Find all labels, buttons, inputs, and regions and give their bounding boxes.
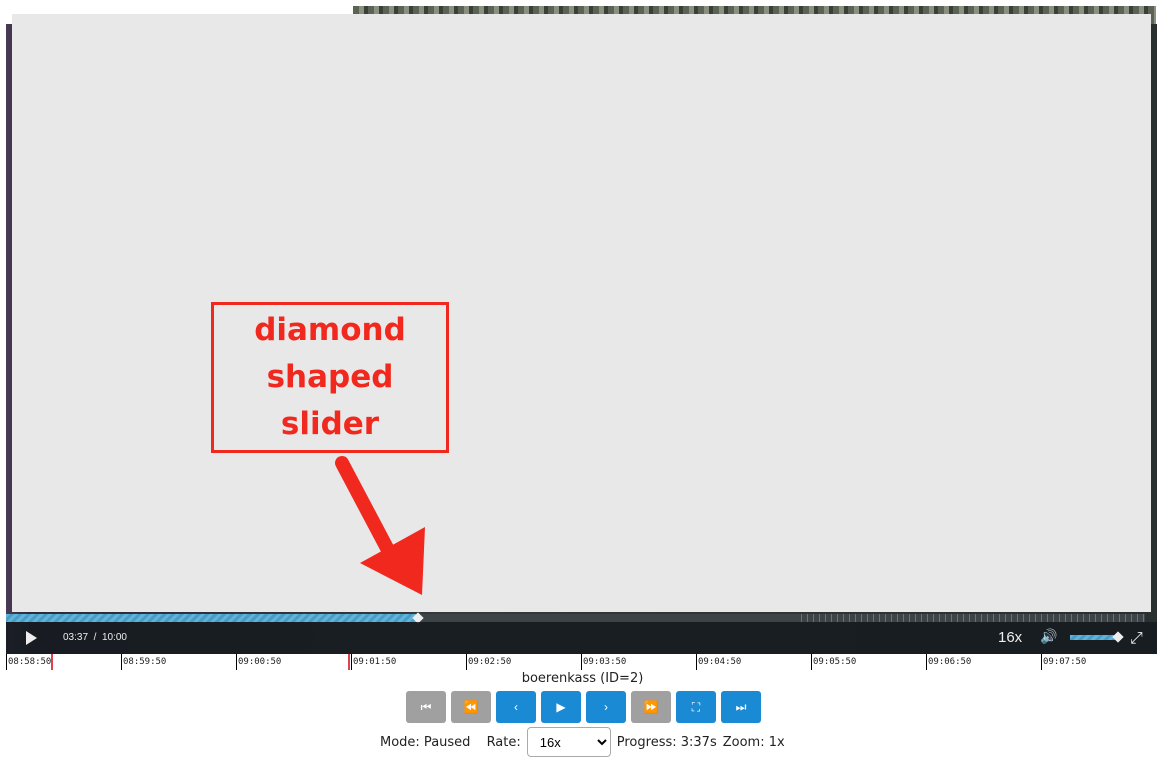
mode-label: Mode: Paused bbox=[380, 734, 471, 750]
last-button[interactable]: ⏭ bbox=[721, 691, 761, 723]
fast-forward-button[interactable]: ⏩ bbox=[631, 691, 671, 723]
play-button[interactable]: ▶ bbox=[541, 691, 581, 723]
control-bar: 03:37 / 10:00 16x 🔊 ⤢ bbox=[6, 622, 1157, 654]
annotation-text: diamond shaped slider bbox=[254, 312, 406, 442]
step-forward-button[interactable]: › bbox=[586, 691, 626, 723]
fullscreen-icon[interactable]: ⤢ bbox=[1130, 628, 1143, 648]
step-back-button[interactable]: ‹ bbox=[496, 691, 536, 723]
progress-label: Progress: 3:37s bbox=[616, 734, 717, 750]
chevron-left-icon: ‹ bbox=[514, 700, 518, 714]
volume-icon[interactable]: 🔊 bbox=[1040, 629, 1057, 645]
timeline-tick: 09:01:50 bbox=[351, 654, 396, 670]
time-separator: / bbox=[93, 632, 97, 643]
volume-slider-fill bbox=[1070, 635, 1118, 640]
timeline-tick: 09:07:50 bbox=[1041, 654, 1086, 670]
seek-slider-fill bbox=[6, 614, 419, 622]
rewind-button[interactable]: ⏪ bbox=[451, 691, 491, 723]
first-button[interactable]: ⏮ bbox=[406, 691, 446, 723]
rate-select[interactable]: 16x bbox=[526, 727, 611, 757]
stream-title: boerenkass (ID=2) bbox=[521, 671, 644, 686]
rate-label: Rate: bbox=[486, 734, 521, 750]
video-overlay bbox=[12, 14, 1151, 612]
annotation-arrow-icon bbox=[335, 456, 425, 595]
time-display: 03:37 / 10:00 bbox=[63, 632, 127, 643]
volume-slider-thumb[interactable] bbox=[1111, 631, 1124, 643]
play-icon[interactable] bbox=[26, 631, 37, 645]
annotation-box: diamond shaped slider bbox=[211, 302, 449, 453]
timeline-tick: 09:00:50 bbox=[236, 654, 281, 670]
current-time: 03:37 bbox=[63, 632, 89, 643]
skip-end-icon: ⏭ bbox=[735, 699, 747, 714]
volume-slider[interactable] bbox=[1070, 631, 1124, 643]
timeline-marker[interactable] bbox=[348, 654, 350, 670]
timeline[interactable]: 08:58:50 08:59:50 09:00:50 09:01:50 09:02:50… bbox=[6, 654, 1157, 670]
playback-buttons: ⏮ ⏪ ‹ ▶ › ⏩ ⛶ ⏭ bbox=[406, 691, 761, 723]
timeline-tick: 09:04:50 bbox=[696, 654, 741, 670]
skip-start-icon: ⏮ bbox=[420, 699, 432, 714]
play-icon: ▶ bbox=[556, 700, 566, 714]
fullscreen-icon: ⛶ bbox=[691, 699, 701, 714]
timeline-tick: 08:58:50 bbox=[6, 654, 51, 670]
buffer-ticks bbox=[796, 614, 1145, 622]
timeline-tick: 09:06:50 bbox=[926, 654, 971, 670]
fast-forward-icon: ⏩ bbox=[643, 700, 659, 714]
zoom-label: Zoom: 1x bbox=[722, 734, 785, 750]
timeline-tick: 09:02:50 bbox=[466, 654, 511, 670]
duration: 10:00 bbox=[101, 632, 127, 643]
rewind-icon: ⏪ bbox=[463, 700, 479, 714]
chevron-right-icon: › bbox=[604, 700, 608, 714]
playback-rate[interactable]: 16x bbox=[998, 629, 1022, 646]
timeline-tick: 08:59:50 bbox=[121, 654, 166, 670]
fullscreen-button[interactable]: ⛶ bbox=[676, 691, 716, 723]
timeline-tick: 09:03:50 bbox=[581, 654, 626, 670]
status-bar: Mode: Paused Rate: 16x Progress: 3:37s Z… bbox=[380, 727, 785, 757]
seek-slider[interactable] bbox=[6, 612, 1145, 624]
timeline-marker[interactable] bbox=[51, 654, 53, 670]
timeline-tick: 09:05:50 bbox=[811, 654, 856, 670]
